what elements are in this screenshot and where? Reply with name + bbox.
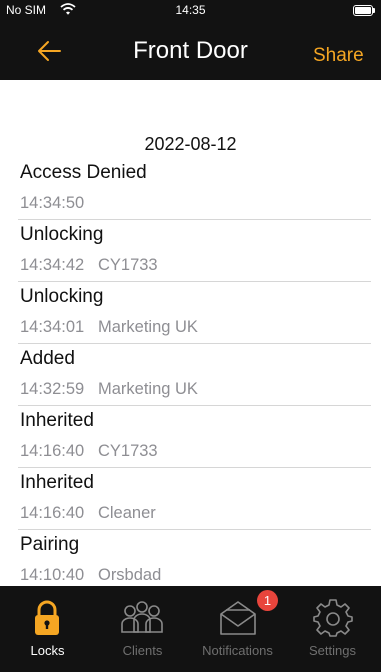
- event-detail: 14:10:40 Orsbdad: [20, 566, 162, 584]
- lock-icon: [35, 600, 59, 635]
- tab-bar: Locks Clients 1 Notifications Settings: [0, 586, 381, 672]
- navigation-bar: Front Door Share: [0, 20, 381, 80]
- list-item[interactable]: Pairing 14:10:40 Orsbdad: [0, 530, 381, 586]
- list-item[interactable]: Access Denied 14:34:50: [0, 158, 381, 220]
- event-title: Inherited: [20, 410, 94, 431]
- event-title: Inherited: [20, 472, 94, 493]
- clients-icon: [121, 601, 163, 633]
- event-title: Pairing: [20, 534, 80, 555]
- list-item[interactable]: Inherited 14:16:40 CY1733: [0, 406, 381, 468]
- event-title: Access Denied: [20, 162, 147, 183]
- list-item[interactable]: Inherited 14:16:40 Cleaner: [0, 468, 381, 530]
- list-item[interactable]: Unlocking 14:34:01 Marketing UK: [0, 282, 381, 344]
- envelope-icon: [220, 601, 256, 635]
- tab-label: Clients: [122, 643, 163, 658]
- event-title: Added: [20, 348, 75, 369]
- event-detail: 14:34:50: [20, 194, 85, 212]
- event-detail: 14:34:42 CY1733: [20, 256, 158, 274]
- date-header: 2022-08-12: [144, 134, 237, 154]
- tab-label: Locks: [30, 643, 65, 658]
- clock: 14:35: [175, 3, 206, 17]
- tab-settings[interactable]: Settings: [285, 586, 380, 672]
- battery-icon: [353, 5, 375, 16]
- list-item[interactable]: Added 14:32:59 Marketing UK: [0, 344, 381, 406]
- tab-label: Notifications: [202, 643, 273, 658]
- event-detail: 14:32:59 Marketing UK: [20, 380, 198, 398]
- tab-locks[interactable]: Locks: [0, 586, 95, 672]
- tab-clients[interactable]: Clients: [95, 586, 190, 672]
- event-detail: 14:16:40 Cleaner: [20, 504, 156, 522]
- tab-label: Settings: [309, 643, 356, 658]
- tab-notifications[interactable]: 1 Notifications: [190, 586, 285, 672]
- event-title: Unlocking: [20, 224, 104, 245]
- status-bar: No SIM 14:35: [0, 0, 381, 20]
- gear-icon: [313, 599, 353, 637]
- event-detail: 14:34:01 Marketing UK: [20, 318, 198, 336]
- share-button[interactable]: Share: [313, 45, 364, 67]
- event-log[interactable]: 2022-08-12 Access Denied 14:34:50 Unlock…: [0, 80, 381, 586]
- list-item[interactable]: Unlocking 14:34:42 CY1733: [0, 220, 381, 282]
- event-title: Unlocking: [20, 286, 104, 307]
- notification-badge: 1: [257, 590, 278, 611]
- event-list: Access Denied 14:34:50 Unlocking 14:34:4…: [0, 158, 381, 586]
- event-detail: 14:16:40 CY1733: [20, 442, 158, 460]
